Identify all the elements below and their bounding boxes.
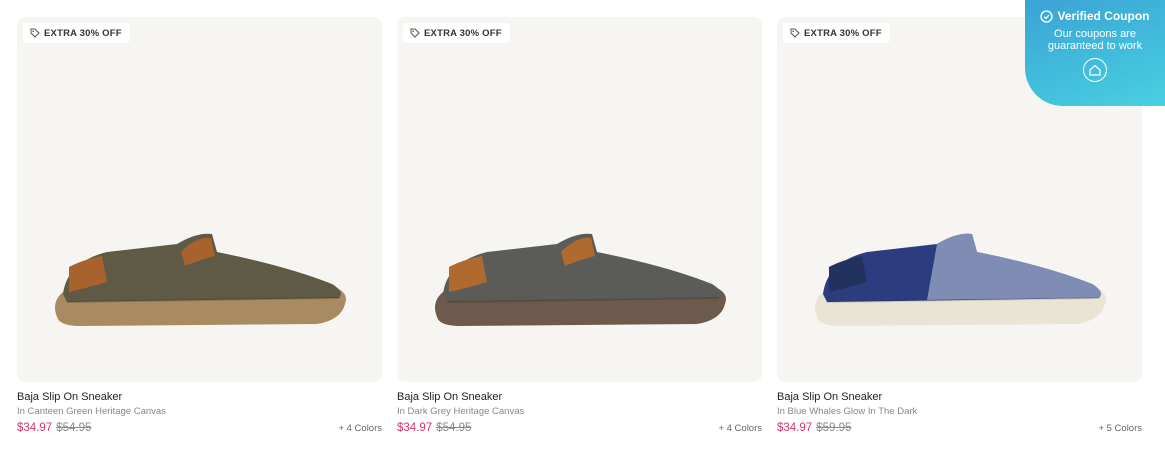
product-title[interactable]: Baja Slip On Sneaker xyxy=(397,390,762,404)
price-row: $34.97 $54.95 + 4 Colors xyxy=(17,422,382,434)
discount-badge-label: EXTRA 30% OFF xyxy=(424,27,502,39)
tag-icon xyxy=(30,28,40,38)
discount-badge-label: EXTRA 30% OFF xyxy=(804,27,882,39)
product-card[interactable]: EXTRA 30% OFF Baja Slip On Sneaker In Ca… xyxy=(17,17,382,434)
price-row: $34.97 $59.95 + 5 Colors xyxy=(777,422,1142,434)
shoe-image xyxy=(435,233,726,326)
product-image-container[interactable]: EXTRA 30% OFF xyxy=(17,17,382,382)
color-count[interactable]: + 4 Colors xyxy=(718,423,762,434)
prices: $34.97 $54.95 xyxy=(17,422,91,434)
price-row: $34.97 $54.95 + 4 Colors xyxy=(397,422,762,434)
product-grid: EXTRA 30% OFF Baja Slip On Sneaker In Ca… xyxy=(17,17,1142,434)
shoe-image xyxy=(815,233,1106,326)
sale-price: $34.97 xyxy=(777,422,813,434)
discount-badge: EXTRA 30% OFF xyxy=(783,23,890,43)
prices: $34.97 $59.95 xyxy=(777,422,851,434)
verified-coupon-text: Our coupons are guaranteed to work xyxy=(1047,28,1143,52)
tag-icon xyxy=(790,28,800,38)
verified-coupon-title: Verified Coupon xyxy=(1057,9,1150,23)
product-title[interactable]: Baja Slip On Sneaker xyxy=(777,390,1142,404)
prices: $34.97 $54.95 xyxy=(397,422,471,434)
original-price: $54.95 xyxy=(436,422,472,434)
original-price: $59.95 xyxy=(816,422,852,434)
verified-coupon-panel[interactable]: Verified Coupon Our coupons are guarante… xyxy=(1025,0,1165,106)
product-card[interactable]: EXTRA 30% OFF Baja Slip On Sneaker In Da… xyxy=(397,17,762,434)
verified-coupon-header: Verified Coupon xyxy=(1025,9,1165,23)
coupon-logo-icon xyxy=(1083,58,1107,82)
product-title[interactable]: Baja Slip On Sneaker xyxy=(17,390,382,404)
product-image-container[interactable]: EXTRA 30% OFF xyxy=(397,17,762,382)
product-color-name: In Blue Whales Glow In The Dark xyxy=(777,406,918,417)
tag-icon xyxy=(410,28,420,38)
sale-price: $34.97 xyxy=(397,422,433,434)
original-price: $54.95 xyxy=(56,422,92,434)
discount-badge-label: EXTRA 30% OFF xyxy=(44,27,122,39)
product-color-name: In Dark Grey Heritage Canvas xyxy=(397,406,525,417)
discount-badge: EXTRA 30% OFF xyxy=(403,23,510,43)
shoe-image xyxy=(55,233,346,326)
color-count[interactable]: + 4 Colors xyxy=(338,423,382,434)
sale-price: $34.97 xyxy=(17,422,53,434)
color-count[interactable]: + 5 Colors xyxy=(1098,423,1142,434)
check-circle-icon xyxy=(1040,9,1054,23)
discount-badge: EXTRA 30% OFF xyxy=(23,23,130,43)
product-color-name: In Canteen Green Heritage Canvas xyxy=(17,406,166,417)
